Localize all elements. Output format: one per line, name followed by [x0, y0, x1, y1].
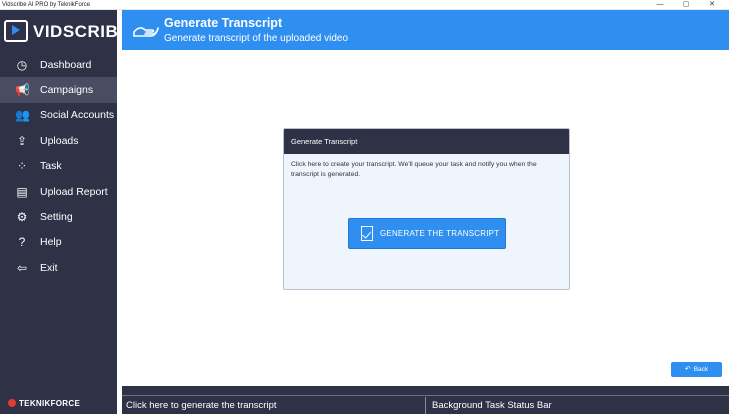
gear-icon: ⚙: [16, 210, 28, 225]
sidebar-item-label: Task: [40, 160, 62, 173]
sidebar-item-task[interactable]: ⁘ Task: [0, 154, 117, 179]
megaphone-icon: 📢: [15, 83, 30, 98]
sidebar-item-upload-report[interactable]: ▤ Upload Report: [0, 179, 117, 204]
window-title: Vidscribe AI PRO by TeknikForce: [2, 2, 91, 8]
sidebar-item-label: Campaigns: [40, 84, 94, 97]
app-logo: VIDSCRIBE: [3, 14, 130, 46]
generate-transcript-panel: Generate Transcript Click here to create…: [283, 128, 570, 290]
sidebar-item-label: Setting: [40, 211, 73, 224]
generate-button-label: GENERATE THE TRANSCRIPT: [380, 229, 500, 238]
sidebar-item-label: Help: [40, 236, 62, 249]
sidebar-item-uploads[interactable]: ⇪ Uploads: [0, 128, 117, 153]
status-divider: [425, 397, 426, 414]
sidebar-item-label: Dashboard: [40, 58, 92, 71]
generate-transcript-button[interactable]: GENERATE THE TRANSCRIPT: [348, 218, 506, 249]
back-button-label: Back: [693, 366, 709, 373]
back-button[interactable]: ↶ Back: [671, 362, 722, 377]
background-task-status[interactable]: Background Task Status Bar: [432, 400, 552, 411]
sidebar-item-exit[interactable]: ⇦ Exit: [0, 255, 117, 280]
document-check-icon: [361, 226, 373, 241]
sidebar-item-label: Exit: [40, 261, 58, 274]
app-window: Vidscribe AI PRO by TeknikForce — ▢ ✕ VI…: [0, 0, 729, 414]
teknikforce-logo: TEKNIKFORCE: [8, 399, 80, 408]
back-arrow-icon: ↶: [684, 366, 691, 373]
play-icon: [12, 25, 20, 35]
users-icon: 👥: [15, 108, 30, 123]
status-bar: Click here to generate the transcript Ba…: [122, 386, 729, 414]
maximize-button[interactable]: ▢: [673, 0, 699, 10]
brand-dot-icon: [8, 399, 16, 407]
sidebar-item-dashboard[interactable]: ◷ Dashboard: [0, 52, 117, 77]
panel-description: Click here to create your transcript. We…: [291, 161, 537, 178]
sidebar-item-setting[interactable]: ⚙ Setting: [0, 204, 117, 229]
page-title: Generate Transcript: [164, 16, 283, 30]
status-message: Click here to generate the transcript: [126, 400, 277, 411]
close-button[interactable]: ✕: [699, 0, 725, 10]
report-icon: ▤: [16, 184, 28, 199]
minimize-button[interactable]: —: [647, 0, 673, 10]
brand-text: TEKNIKFORCE: [19, 399, 81, 408]
sidebar-item-help[interactable]: ? Help: [0, 230, 117, 255]
sidebar-item-campaigns[interactable]: 📢 Campaigns: [0, 77, 117, 103]
upload-icon: ⇪: [16, 133, 28, 148]
sidebar-gap: [117, 10, 122, 414]
logo-icon: [4, 20, 28, 42]
logo-text: VIDSCRIBE: [33, 22, 131, 41]
sidebar-item-social-accounts[interactable]: 👥 Social Accounts: [0, 103, 117, 128]
sidebar-item-label: Uploads: [40, 134, 79, 147]
sidebar: VIDSCRIBE ◷ Dashboard 📢 Campaigns 👥 Soci…: [0, 10, 130, 414]
sidebar-nav: ◷ Dashboard 📢 Campaigns 👥 Social Account…: [0, 52, 117, 281]
spinner-icon: ⁘: [16, 159, 28, 174]
panel-title: Generate Transcript: [284, 129, 569, 154]
dashboard-icon: ◷: [16, 57, 28, 72]
sidebar-item-label: Social Accounts: [40, 109, 115, 122]
hand-icon: [133, 27, 159, 37]
help-icon: ?: [18, 235, 26, 250]
page-subtitle: Generate transcript of the uploaded vide…: [164, 33, 349, 44]
title-bar: Vidscribe AI PRO by TeknikForce — ▢ ✕: [0, 0, 729, 10]
status-bar-top-strip: [122, 386, 729, 396]
sidebar-item-label: Upload Report: [40, 185, 108, 198]
page-header: Generate Transcript Generate transcript …: [122, 10, 729, 50]
exit-icon: ⇦: [16, 260, 28, 275]
